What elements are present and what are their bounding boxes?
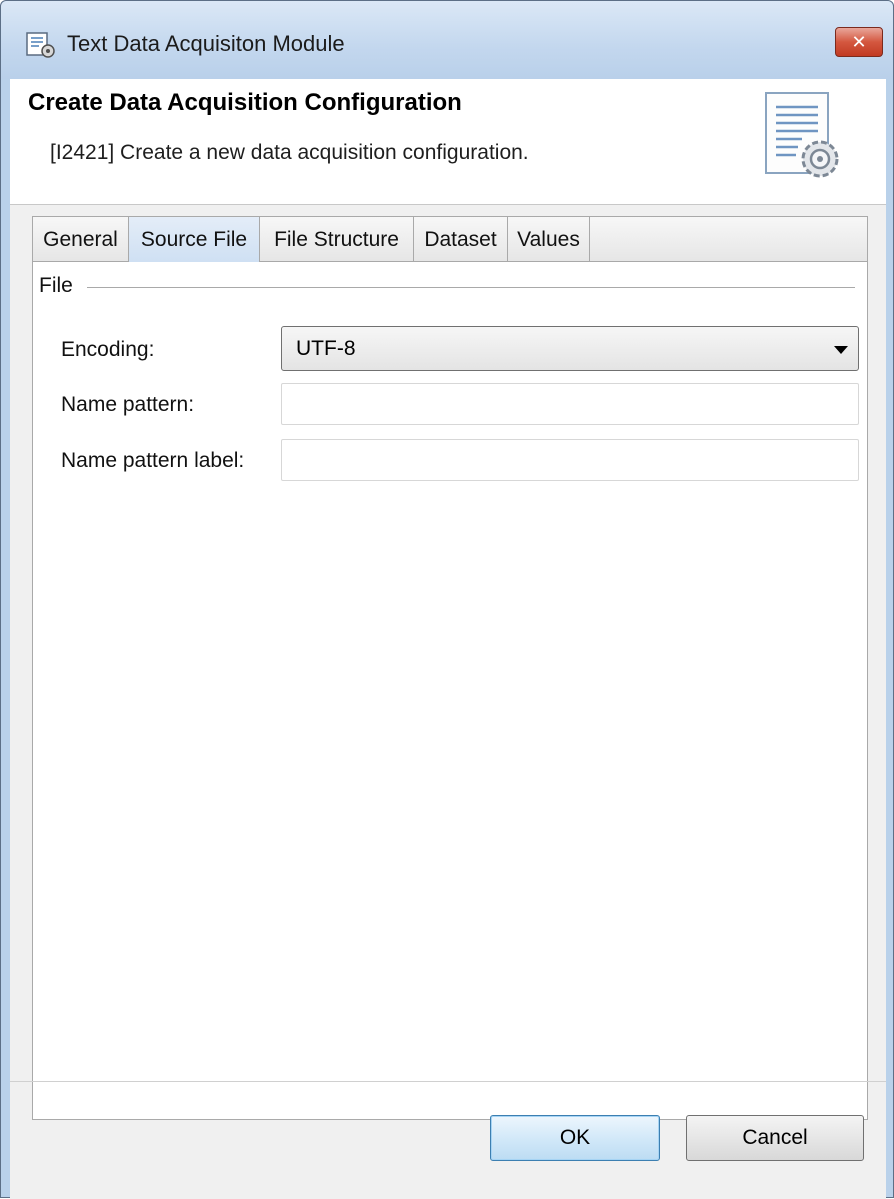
name-pattern-label-label: Name pattern label: <box>61 449 245 472</box>
tab-label: General <box>43 227 118 251</box>
window-title: Text Data Acquisiton Module <box>67 31 345 56</box>
tab-label: Source File <box>140 227 248 251</box>
tab-source-file[interactable]: Source File <box>128 217 260 262</box>
tab-folder: General Source File File Structure Datas… <box>32 216 868 1120</box>
group-divider <box>87 287 855 288</box>
tab-values[interactable]: Values <box>508 217 590 262</box>
dialog-header: Create Data Acquisition Configuration [I… <box>10 79 886 205</box>
page-description: [I2421] Create a new data acquisition co… <box>50 141 529 164</box>
file-group-label: File <box>39 274 77 298</box>
cancel-button[interactable]: Cancel <box>686 1115 864 1161</box>
close-button[interactable]: ✕ <box>835 27 883 57</box>
encoding-value: UTF-8 <box>296 337 356 360</box>
name-pattern-label: Name pattern: <box>61 393 195 416</box>
document-gear-icon <box>765 92 839 178</box>
name-pattern-input[interactable] <box>281 383 859 425</box>
tab-file-structure[interactable]: File Structure <box>260 217 414 262</box>
encoding-label: Encoding: <box>61 338 155 361</box>
dialog-window: Text Data Acquisiton Module ✕ Create Dat… <box>0 0 894 1199</box>
chevron-down-icon <box>834 346 848 354</box>
close-icon: ✕ <box>851 31 867 53</box>
tab-label: Dataset <box>424 227 497 251</box>
encoding-select[interactable]: UTF-8 <box>281 326 859 371</box>
page-title: Create Data Acquisition Configuration <box>28 89 462 116</box>
title-bar[interactable]: Text Data Acquisiton Module ✕ <box>1 1 893 79</box>
tab-bar: General Source File File Structure Datas… <box>32 216 868 262</box>
tab-label: Values <box>517 227 580 251</box>
module-gear-icon <box>26 32 55 58</box>
tab-general[interactable]: General <box>33 217 129 262</box>
tab-dataset[interactable]: Dataset <box>414 217 508 262</box>
source-file-tab-panel: File Encoding: UTF-8 Name pattern: Name … <box>32 262 868 1120</box>
name-pattern-label-input[interactable] <box>281 439 859 481</box>
ok-button[interactable]: OK <box>490 1115 660 1161</box>
tab-label: File Structure <box>274 227 399 251</box>
dialog-content: Create Data Acquisition Configuration [I… <box>10 79 886 1199</box>
footer-divider <box>10 1081 886 1082</box>
